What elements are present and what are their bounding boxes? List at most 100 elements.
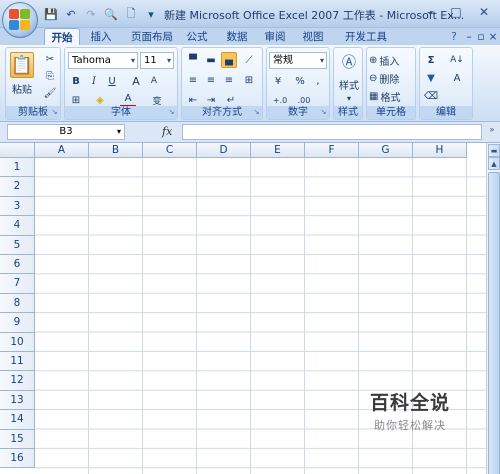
insert-cells-button[interactable]: ⊕ 插入	[369, 52, 415, 68]
ribbon-minimize-icon[interactable]: –	[464, 28, 474, 45]
tab-insert[interactable]: 插入	[84, 28, 118, 45]
styles-dropdown-icon[interactable]: ▾	[342, 90, 356, 106]
column-header-b[interactable]: B	[89, 143, 143, 158]
row-header-8[interactable]: 8	[0, 293, 35, 314]
save-icon[interactable]: 💾	[42, 6, 60, 22]
alignment-launcher-icon[interactable]: ↘	[252, 108, 261, 117]
tab-data[interactable]: 数据	[222, 28, 252, 45]
format-painter-icon[interactable]: 🖌	[42, 85, 58, 101]
column-header-c[interactable]: C	[143, 143, 197, 158]
row-header-6[interactable]: 6	[0, 255, 35, 275]
underline-button[interactable]: U	[104, 73, 120, 89]
column-header-h[interactable]: H	[413, 143, 467, 158]
editing-group-label: 编辑	[420, 106, 472, 119]
row-header-14[interactable]: 14	[0, 410, 35, 430]
orientation-icon[interactable]: ⟋	[241, 52, 257, 68]
delete-cells-button[interactable]: ⊖ 删除	[369, 70, 415, 86]
number-format-select[interactable]: 常规 ▾	[269, 52, 327, 69]
font-family-value: Tahoma	[72, 55, 111, 66]
row-header-12[interactable]: 12	[0, 371, 35, 391]
align-left-icon[interactable]: ≡	[185, 72, 201, 88]
chevron-down-icon: ▾	[116, 127, 121, 136]
print-preview-icon[interactable]: 🔍	[102, 6, 120, 22]
font-family-select[interactable]: Tahoma ▾	[68, 52, 138, 69]
fill-icon[interactable]: ▼	[423, 70, 439, 86]
format-cells-icon: ▦	[369, 90, 379, 102]
redo-icon[interactable]: ↷	[82, 6, 100, 22]
select-all-corner[interactable]	[0, 143, 35, 158]
grow-font-button[interactable]: A	[128, 73, 144, 89]
autosum-icon[interactable]: Σ	[423, 52, 439, 68]
sort-filter-icon[interactable]: A↓	[446, 52, 468, 68]
column-header-f[interactable]: F	[305, 143, 359, 158]
row-header-15[interactable]: 15	[0, 429, 35, 449]
format-cells-button[interactable]: ▦ 格式	[369, 88, 415, 104]
row-header-10[interactable]: 10	[0, 332, 35, 352]
tab-review[interactable]: 审阅	[260, 28, 290, 45]
paste-icon[interactable]: 📋	[10, 52, 34, 78]
row-header-11[interactable]: 11	[0, 352, 35, 372]
scrollbar-thumb[interactable]	[488, 172, 500, 474]
vertical-scrollbar[interactable]: ▬ ▲	[486, 143, 500, 474]
paste-button[interactable]: 粘贴	[8, 80, 36, 96]
insert-function-icon[interactable]: fx	[162, 125, 172, 138]
align-right-icon[interactable]: ≡	[221, 72, 237, 88]
tab-view[interactable]: 视图	[298, 28, 328, 45]
ribbon-close-icon[interactable]: ×	[488, 28, 498, 45]
percent-icon[interactable]: %	[292, 73, 308, 89]
row-header-1[interactable]: 1	[0, 158, 35, 178]
help-icon[interactable]: ?	[447, 28, 461, 45]
qat-customize-icon[interactable]: ▾	[142, 6, 160, 22]
tab-developer[interactable]: 开发工具	[338, 28, 394, 45]
column-header-g[interactable]: G	[359, 143, 413, 158]
shrink-font-button[interactable]: A	[146, 73, 162, 89]
copy-icon[interactable]: ⎘	[42, 68, 58, 84]
scroll-split-icon[interactable]: ▬	[488, 144, 500, 157]
ribbon-restore-icon[interactable]: ▫	[476, 28, 486, 45]
find-select-icon[interactable]: A	[446, 70, 468, 86]
row-header-9[interactable]: 9	[0, 313, 35, 333]
merge-center-icon[interactable]: ⊞	[241, 72, 257, 88]
font-size-select[interactable]: 11 ▾	[140, 52, 174, 69]
italic-button[interactable]: I	[86, 73, 102, 89]
bold-button[interactable]: B	[68, 73, 84, 89]
tab-home[interactable]: 开始	[44, 28, 80, 45]
row-header-16[interactable]: 16	[0, 449, 35, 469]
formula-input[interactable]	[182, 124, 482, 140]
close-button[interactable]: ✕	[474, 2, 494, 22]
name-box[interactable]: B3 ▾	[7, 124, 125, 140]
minimize-button[interactable]: –	[420, 2, 440, 22]
styles-group: Ⓐ 样式 ▾ 样式	[333, 47, 363, 120]
row-header-5[interactable]: 5	[0, 235, 35, 255]
undo-icon[interactable]: ↶	[62, 6, 80, 22]
align-center-icon[interactable]: ≡	[203, 72, 219, 88]
ribbon: 📋 粘贴 ✂ ⎘ 🖌 剪贴板 ↘ Tahoma ▾ 11 ▾ B I U A A…	[0, 45, 500, 122]
cut-icon[interactable]: ✂	[42, 51, 58, 67]
tab-page-layout[interactable]: 页面布局	[124, 28, 180, 45]
align-middle-icon[interactable]: ▬	[203, 52, 219, 68]
column-header-e[interactable]: E	[251, 143, 305, 158]
clear-icon[interactable]: ⌫	[423, 88, 439, 104]
row-header-2[interactable]: 2	[0, 177, 35, 197]
font-launcher-icon[interactable]: ↘	[167, 108, 176, 117]
align-bottom-icon[interactable]: ▄	[221, 52, 237, 68]
currency-icon[interactable]: ¥	[270, 73, 286, 89]
tab-formulas[interactable]: 公式	[182, 28, 212, 45]
number-launcher-icon[interactable]: ↘	[319, 108, 328, 117]
clipboard-launcher-icon[interactable]: ↘	[50, 108, 59, 117]
scroll-up-icon[interactable]: ▲	[488, 157, 500, 170]
column-header-a[interactable]: A	[35, 143, 89, 158]
row-header-4[interactable]: 4	[0, 216, 35, 236]
expand-formula-icon[interactable]: »	[486, 125, 498, 139]
row-header-7[interactable]: 7	[0, 274, 35, 294]
row-header-13[interactable]: 13	[0, 390, 35, 411]
styles-icon[interactable]: Ⓐ	[339, 52, 359, 72]
maximize-button[interactable]: □	[446, 2, 466, 22]
office-button[interactable]	[2, 2, 38, 38]
row-header-3[interactable]: 3	[0, 196, 35, 217]
quick-access-toolbar: 💾 ↶ ↷ 🔍 🗋 ▾	[42, 5, 160, 23]
comma-icon[interactable]: ,	[310, 73, 326, 89]
column-header-d[interactable]: D	[197, 143, 251, 158]
align-top-icon[interactable]: ▀	[185, 52, 201, 68]
new-document-icon[interactable]: 🗋	[122, 6, 140, 22]
